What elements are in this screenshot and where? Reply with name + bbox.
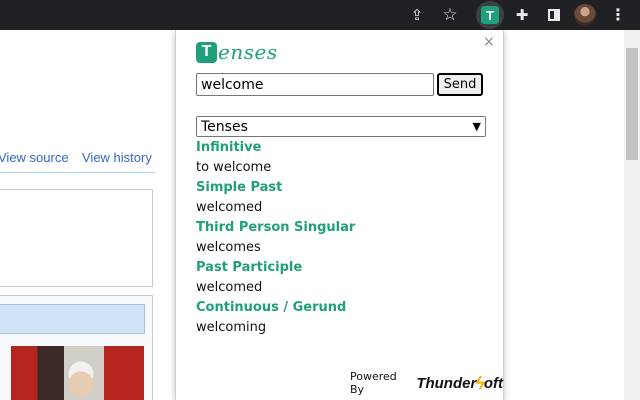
infobox-header (0, 304, 145, 334)
logo-badge: T (196, 41, 217, 63)
tab-divider (0, 172, 155, 173)
side-panel-icon[interactable] (542, 3, 566, 27)
thundersoft-logo[interactable]: Thunder ϟ oft (416, 373, 503, 394)
infobox-photo (11, 346, 144, 400)
tab-view-history[interactable]: View history (82, 150, 152, 165)
star-icon[interactable]: ☆ (438, 3, 462, 27)
result-value-gerund: welcoming (196, 320, 267, 335)
result-label-third-person: Third Person Singular (196, 220, 356, 235)
brand-left: Thunder (416, 374, 477, 392)
tenses-extension-badge: T (481, 6, 499, 24)
result-label-gerund: Continuous / Gerund (196, 300, 347, 315)
browser-toolbar: ⇪ ☆ T ✚ ⋮ (0, 0, 640, 30)
close-icon[interactable]: × (483, 34, 495, 50)
profile-avatar[interactable] (574, 4, 596, 26)
share-icon[interactable]: ⇪ (405, 3, 429, 27)
word-input[interactable] (196, 73, 434, 96)
send-button[interactable]: Send (437, 73, 483, 96)
result-value-third-person: welcomes (196, 240, 261, 255)
menu-icon[interactable]: ⋮ (606, 3, 630, 27)
infobox (0, 295, 153, 400)
result-value-infinitive: to welcome (196, 160, 272, 175)
conjugation-results: Infinitive to welcome Simple Past welcom… (196, 140, 486, 340)
tenses-logo: T enses (196, 40, 278, 64)
result-value-past-participle: welcomed (196, 280, 263, 295)
result-label-infinitive: Infinitive (196, 140, 262, 155)
scrollbar-thumb[interactable] (626, 48, 638, 160)
tenses-extension-icon[interactable]: T (476, 1, 504, 29)
content-box (0, 189, 153, 287)
tab-view-source[interactable]: View source (0, 150, 69, 165)
result-label-past-participle: Past Participle (196, 260, 303, 275)
result-value-simple-past: welcomed (196, 200, 263, 215)
tenses-popup: × T enses Send Tenses ▼ Infinitive to we… (175, 30, 504, 400)
chevron-down-icon: ▼ (472, 120, 481, 133)
tense-select[interactable]: Tenses ▼ (196, 116, 486, 137)
powered-by: Powered By Thunder ϟ oft (350, 370, 503, 396)
tense-select-value: Tenses (201, 118, 248, 135)
result-label-simple-past: Simple Past (196, 180, 283, 195)
brand-right: oft (483, 374, 503, 392)
logo-text: enses (218, 40, 278, 64)
powered-by-text: Powered By (350, 370, 397, 396)
extensions-puzzle-icon[interactable]: ✚ (510, 3, 534, 27)
page-scrollbar[interactable] (624, 30, 640, 400)
